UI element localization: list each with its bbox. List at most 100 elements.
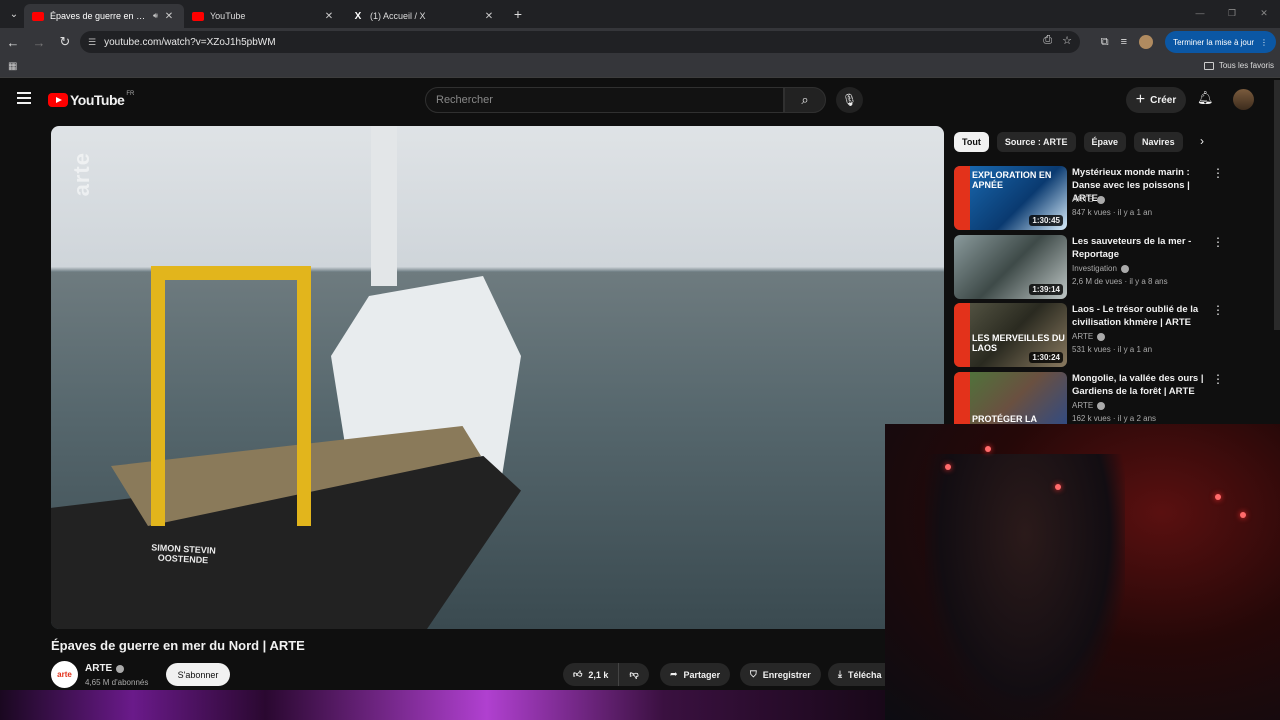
rec-title[interactable]: Mongolie, la vallée des ours | Gardiens … [1072,372,1212,398]
toolbar-right: ⧉ ≡ Terminer la mise à jour ⋮ [1101,31,1276,53]
more-options-icon[interactable]: ⋮ [1212,303,1224,317]
tab-title: YouTube [210,11,246,21]
more-options-icon[interactable]: ⋮ [1212,235,1224,249]
duration-badge: 1:30:24 [1029,352,1063,363]
filter-chips: Tout Source : ARTE Épave Navires [954,132,1183,152]
rec-channel[interactable]: Investigation [1072,264,1129,273]
close-icon[interactable]: ✕ [482,11,496,22]
rec-channel-name: ARTE [1072,195,1094,204]
fairy-light [1215,494,1221,500]
restore-icon[interactable]: ❐ [1216,0,1248,26]
like-count: 2,1 k [588,669,609,680]
all-bookmarks[interactable]: Tous les favoris [1203,61,1274,70]
video-thumbnail[interactable]: LES MERVEILLES DU LAOS 1:30:24 [954,303,1067,367]
close-window-icon[interactable]: ✕ [1248,0,1280,26]
folder-icon [1203,61,1214,70]
fairy-light [985,446,991,452]
youtube-header: YouTube FR Rechercher ⌕ 🎙︎ + Créer 🔔︎ [0,80,1280,120]
like-button[interactable]: 👍︎ 2,1 k [563,663,620,686]
fairy-light [1240,512,1246,518]
channel-avatar[interactable]: arte [51,661,78,688]
forward-icon[interactable]: → [26,35,52,50]
chip-epave[interactable]: Épave [1083,132,1127,152]
save-button[interactable]: ⛉ Enregistrer [740,663,821,686]
fairy-light [945,464,951,470]
chip-source-arte[interactable]: Source : ARTE [996,132,1076,152]
country-code: FR [126,91,135,97]
video-thumbnail[interactable]: 1:39:14 [954,235,1067,299]
verified-icon [116,664,125,673]
video-player[interactable]: SIMON STEVIN OOSTENDE arte [51,126,944,629]
back-icon[interactable]: ← [0,35,26,50]
tab-video[interactable]: Épaves de guerre en mer du Nord | ARTE 🔊… [24,4,184,28]
omnibox-actions: ⎙ ☆ [1043,34,1072,47]
verified-icon [1120,264,1129,273]
share-button[interactable]: ➦ Partager [660,663,731,686]
microphone-icon: 🎙︎ [841,93,858,107]
extensions-icon[interactable]: ⧉ [1101,36,1109,49]
voice-search-button[interactable]: 🎙︎ [836,87,863,113]
profile-avatar[interactable] [1139,35,1154,49]
youtube-logo[interactable]: YouTube FR [48,91,135,108]
duration-badge: 1:39:14 [1029,284,1063,295]
tab-youtube[interactable]: YouTube ✕ [184,4,344,28]
rec-meta: 847 k vues · il y a 1 an [1072,208,1153,217]
tab-x[interactable]: X (1) Accueil / X ✕ [344,4,504,28]
site-info-icon[interactable]: ☰ [88,37,96,48]
list-item[interactable]: LES MERVEILLES DU LAOS 1:30:24 Laos - Le… [954,303,1234,367]
rec-title[interactable]: Laos - Le trésor oublié de la civilisati… [1072,303,1212,329]
speaker-icon[interactable]: 🔊︎ [153,11,158,21]
browser-toolbar: ← → ↻ ☰ youtube.com/watch?v=XZoJ1h5pbWM … [0,28,1280,56]
create-button[interactable]: + Créer [1126,87,1186,113]
share-label: Partager [683,669,721,680]
window-controls: — ❐ ✕ [1184,0,1280,26]
more-options-icon[interactable]: ⋮ [1212,166,1224,180]
channel-name[interactable]: ARTE [85,663,125,674]
account-avatar[interactable] [1233,89,1254,110]
thumbs-up-icon: 👍︎ [573,669,583,679]
rec-meta: 531 k vues · il y a 1 an [1072,345,1153,354]
verified-icon [1097,332,1106,341]
rec-channel-name: Investigation [1072,264,1117,273]
star-icon[interactable]: ☆ [1062,34,1072,47]
scrollbar[interactable] [1274,80,1280,330]
chip-navires[interactable]: Navires [1134,132,1183,152]
apps-grid-icon[interactable]: ▦ [8,61,17,72]
menu-icon[interactable] [17,92,31,104]
download-button[interactable]: ⤓ Télécha [828,663,885,686]
subscribe-button[interactable]: S'abonner [166,663,230,686]
reading-list-icon[interactable]: ≡ [1121,36,1127,48]
search-input[interactable]: Rechercher [425,87,784,113]
fairy-light [1055,484,1061,490]
list-item[interactable]: EXPLORATION EN APNÉE 1:30:45 Mystérieux … [954,166,1234,230]
rec-channel[interactable]: ARTE [1072,195,1106,204]
verified-icon [1097,401,1106,410]
tab-search-icon[interactable]: ⌄ [4,4,24,24]
rec-title[interactable]: Les sauveteurs de la mer - Reportage [1072,235,1212,261]
minimize-icon[interactable]: — [1184,0,1216,26]
youtube-icon [32,11,44,21]
rec-channel[interactable]: ARTE [1072,332,1106,341]
install-icon[interactable]: ⎙ [1043,34,1052,47]
reload-icon[interactable]: ↻ [52,34,78,50]
kebab-icon: ⋮ [1260,37,1268,47]
video-thumbnail[interactable]: EXPLORATION EN APNÉE 1:30:45 [954,166,1067,230]
close-icon[interactable]: ✕ [322,11,336,22]
new-tab-button[interactable]: + [508,6,528,22]
search-button[interactable]: ⌕ [784,87,826,113]
notifications-bell-icon[interactable]: 🔔︎ [1197,90,1214,106]
list-item[interactable]: 1:39:14 Les sauveteurs de la mer - Repor… [954,235,1234,299]
more-options-icon[interactable]: ⋮ [1212,372,1224,386]
chip-all[interactable]: Tout [954,132,989,152]
close-icon[interactable]: ✕ [162,11,176,22]
thumbnail-text: LES MERVEILLES DU LAOS [972,333,1065,353]
address-bar[interactable]: ☰ youtube.com/watch?v=XZoJ1h5pbWM ⎙ ☆ [80,31,1080,53]
rec-channel[interactable]: ARTE [1072,401,1106,410]
dislike-button[interactable]: 👎︎ [619,669,648,680]
channel-avatar-text: arte [57,670,72,679]
verified-icon [1097,195,1106,204]
youtube-icon [192,11,204,21]
chevron-right-icon[interactable]: › [1200,134,1204,148]
update-button[interactable]: Terminer la mise à jour ⋮ [1165,31,1276,53]
tab-title: (1) Accueil / X [370,11,426,21]
